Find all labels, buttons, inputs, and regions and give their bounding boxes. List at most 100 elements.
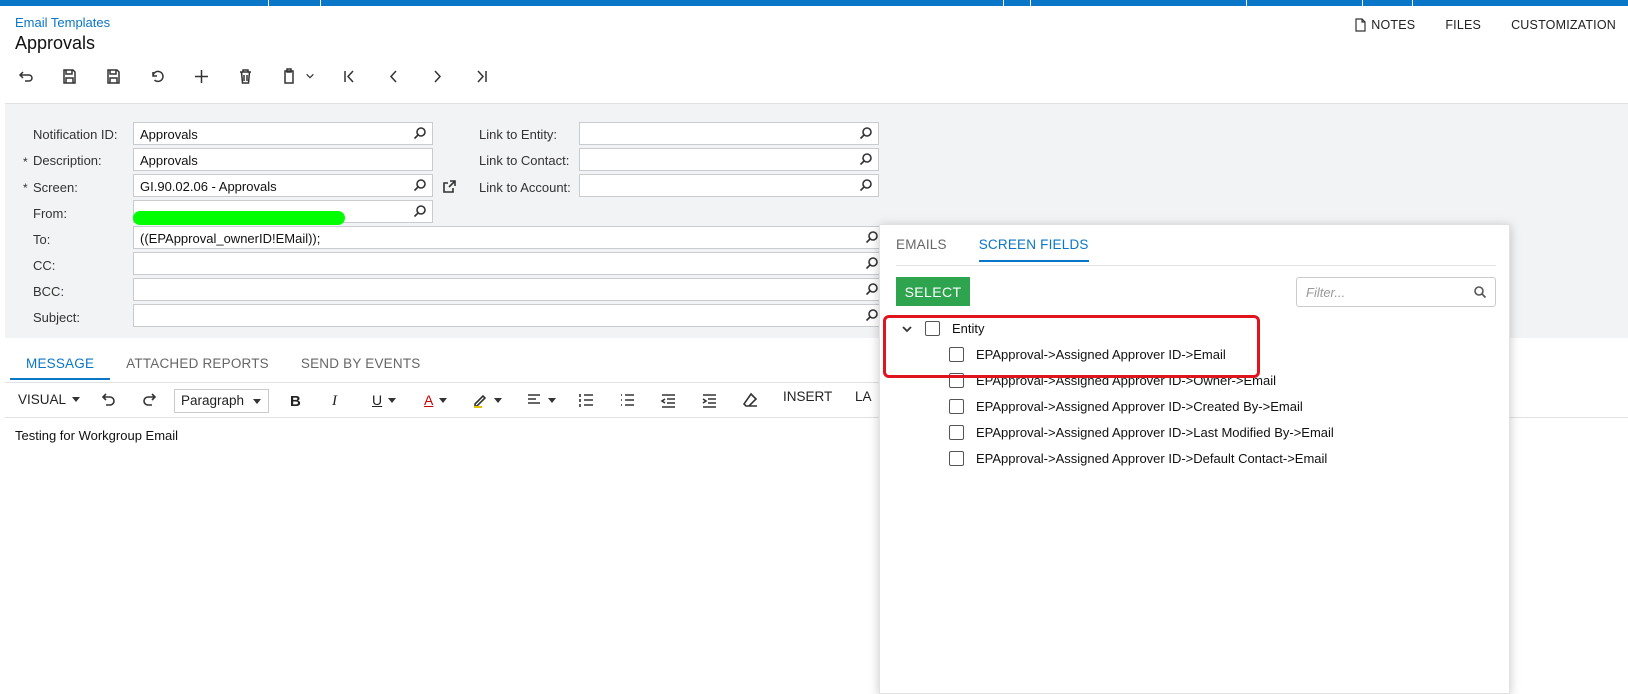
to-field[interactable]: ((EPApproval_ownerID!EMail)); bbox=[133, 226, 885, 249]
screen-field[interactable]: GI.90.02.06 - Approvals bbox=[133, 174, 433, 197]
description-value: Approvals bbox=[140, 153, 198, 168]
outdent-icon[interactable] bbox=[660, 392, 676, 408]
first-record-icon[interactable] bbox=[338, 65, 360, 87]
tab-attached-reports[interactable]: ATTACHED REPORTS bbox=[110, 350, 285, 380]
indent-icon[interactable] bbox=[701, 392, 717, 408]
top-actions: NOTES FILES CUSTOMIZATION bbox=[1354, 18, 1616, 32]
annotation-highlight-box bbox=[883, 315, 1260, 378]
tree-item-label: EPApproval->Assigned Approver ID->Last M… bbox=[976, 425, 1334, 440]
tree-item-field[interactable]: EPApproval->Assigned Approver ID->Defaul… bbox=[949, 451, 1327, 466]
underline-icon[interactable]: U bbox=[372, 392, 397, 408]
tab-screen-fields[interactable]: SCREEN FIELDS bbox=[978, 237, 1089, 262]
search-icon[interactable] bbox=[865, 282, 880, 297]
paragraph-select[interactable]: Paragraph bbox=[174, 389, 269, 413]
search-icon[interactable] bbox=[859, 178, 874, 193]
previous-record-icon[interactable] bbox=[382, 65, 404, 87]
field-checkbox[interactable] bbox=[949, 425, 964, 440]
link-entity-field[interactable] bbox=[579, 122, 879, 145]
search-icon[interactable] bbox=[859, 126, 874, 141]
tab-bar: MESSAGE ATTACHED REPORTS SEND BY EVENTS bbox=[10, 350, 436, 380]
link-account-label: Link to Account: bbox=[479, 180, 571, 195]
search-icon[interactable] bbox=[859, 152, 874, 167]
tab-emails[interactable]: EMAILS bbox=[896, 237, 947, 262]
search-icon[interactable] bbox=[1473, 285, 1487, 302]
search-icon[interactable] bbox=[865, 256, 880, 271]
highlight-icon[interactable] bbox=[472, 392, 502, 408]
notes-label: NOTES bbox=[1371, 18, 1416, 32]
cc-field[interactable] bbox=[133, 252, 885, 275]
field-checkbox[interactable] bbox=[949, 399, 964, 414]
tree-item-field[interactable]: EPApproval->Assigned Approver ID->Last M… bbox=[949, 425, 1334, 440]
customization-button[interactable]: CUSTOMIZATION bbox=[1511, 18, 1616, 32]
redaction-mark bbox=[133, 211, 345, 225]
link-contact-field[interactable] bbox=[579, 148, 879, 171]
bcc-label: BCC: bbox=[33, 284, 65, 299]
visual-mode-label: VISUAL bbox=[18, 392, 67, 407]
tabs-divider bbox=[5, 382, 885, 383]
italic-icon[interactable]: I bbox=[332, 393, 337, 410]
subject-field[interactable] bbox=[133, 304, 885, 327]
external-link-icon[interactable] bbox=[442, 179, 458, 195]
undo-back-icon[interactable] bbox=[14, 65, 36, 87]
chevron-down-icon[interactable] bbox=[304, 65, 316, 87]
notification-id-label: Notification ID: bbox=[33, 127, 118, 142]
tree-item-field[interactable]: EPApproval->Assigned Approver ID->Create… bbox=[949, 399, 1303, 414]
select-button[interactable]: SELECT bbox=[896, 277, 970, 306]
insert-menu[interactable]: INSERT bbox=[783, 389, 832, 404]
to-label: To: bbox=[33, 232, 51, 247]
tab-send-by-events[interactable]: SEND BY EVENTS bbox=[285, 350, 437, 380]
note-icon bbox=[1355, 18, 1366, 32]
email-body-text[interactable]: Testing for Workgroup Email bbox=[15, 428, 178, 443]
link-entity-label: Link to Entity: bbox=[479, 127, 558, 142]
add-icon[interactable] bbox=[190, 65, 212, 87]
subject-label: Subject: bbox=[33, 310, 80, 325]
search-icon[interactable] bbox=[413, 204, 428, 219]
link-account-field[interactable] bbox=[579, 174, 879, 197]
search-icon[interactable] bbox=[865, 230, 880, 245]
layout-menu[interactable]: LA bbox=[855, 389, 872, 404]
screen-label: Screen: bbox=[33, 180, 78, 195]
description-field[interactable]: Approvals bbox=[133, 148, 433, 171]
files-label: FILES bbox=[1445, 18, 1482, 32]
last-record-icon[interactable] bbox=[470, 65, 492, 87]
visual-mode-dropdown[interactable]: VISUAL bbox=[18, 392, 81, 407]
required-marker: * bbox=[23, 181, 28, 195]
editor-undo-icon[interactable] bbox=[100, 392, 116, 408]
notification-id-field[interactable]: Approvals bbox=[133, 122, 433, 145]
link-contact-label: Link to Contact: bbox=[479, 153, 570, 168]
to-value: ((EPApproval_ownerID!EMail)); bbox=[140, 231, 321, 246]
bold-icon[interactable]: B bbox=[290, 393, 301, 410]
numbered-list-icon[interactable] bbox=[578, 392, 594, 408]
bcc-field[interactable] bbox=[133, 278, 885, 301]
search-icon[interactable] bbox=[413, 178, 428, 193]
delete-icon[interactable] bbox=[234, 65, 256, 87]
save-close-icon[interactable] bbox=[58, 65, 80, 87]
insert-field-panel: EMAILS SCREEN FIELDS SELECT Filter... En… bbox=[879, 224, 1510, 694]
align-icon[interactable] bbox=[526, 392, 556, 408]
paragraph-value: Paragraph bbox=[181, 393, 245, 408]
eraser-icon[interactable] bbox=[742, 392, 758, 408]
notes-button[interactable]: NOTES bbox=[1354, 18, 1415, 32]
description-label: Description: bbox=[33, 153, 102, 168]
panel-tabs: EMAILS SCREEN FIELDS bbox=[896, 237, 1089, 262]
copy-paste-icon[interactable] bbox=[278, 65, 300, 87]
bullet-list-icon[interactable] bbox=[619, 392, 635, 408]
files-button[interactable]: FILES bbox=[1445, 18, 1481, 32]
editor-redo-icon[interactable] bbox=[142, 392, 158, 408]
cancel-icon[interactable] bbox=[146, 65, 168, 87]
search-icon[interactable] bbox=[413, 126, 428, 141]
next-record-icon[interactable] bbox=[426, 65, 448, 87]
customization-label: CUSTOMIZATION bbox=[1511, 18, 1616, 32]
tab-message[interactable]: MESSAGE bbox=[10, 350, 111, 380]
tree-item-label: EPApproval->Assigned Approver ID->Create… bbox=[976, 399, 1303, 414]
filter-placeholder: Filter... bbox=[1306, 285, 1346, 300]
breadcrumb[interactable]: Email Templates bbox=[15, 15, 110, 30]
field-checkbox[interactable] bbox=[949, 451, 964, 466]
search-icon[interactable] bbox=[865, 308, 880, 323]
tree-item-label: EPApproval->Assigned Approver ID->Defaul… bbox=[976, 451, 1328, 466]
filter-input[interactable]: Filter... bbox=[1296, 277, 1496, 307]
cc-label: CC: bbox=[33, 258, 56, 273]
save-icon[interactable] bbox=[102, 65, 124, 87]
text-color-icon[interactable]: A bbox=[424, 392, 448, 408]
page-title: Approvals bbox=[15, 33, 96, 53]
